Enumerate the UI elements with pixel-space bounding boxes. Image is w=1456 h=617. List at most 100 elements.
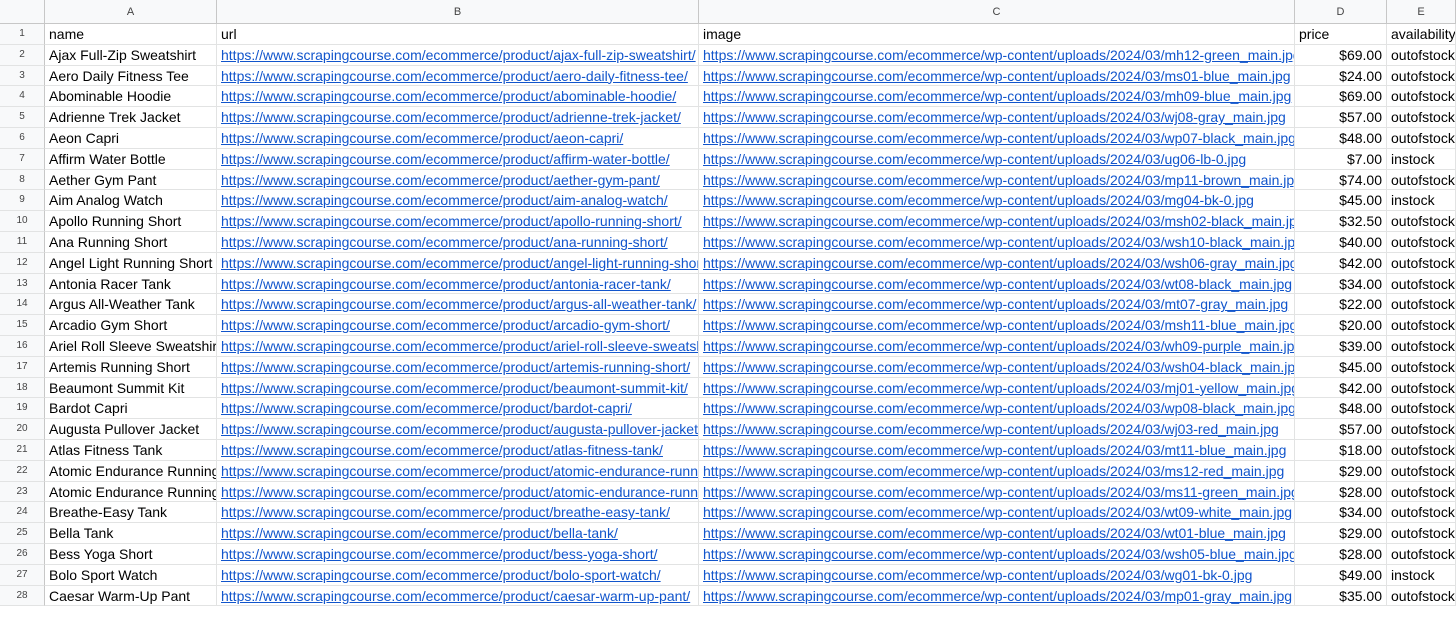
url-cell[interactable]: https://www.scrapingcourse.com/ecommerce… — [217, 481, 699, 503]
image-link[interactable]: https://www.scrapingcourse.com/ecommerce… — [703, 151, 1246, 167]
price-cell[interactable]: $69.00 — [1295, 44, 1387, 66]
image-cell[interactable]: https://www.scrapingcourse.com/ecommerce… — [699, 127, 1295, 149]
price-cell[interactable]: $28.00 — [1295, 481, 1387, 503]
url-link[interactable]: https://www.scrapingcourse.com/ecommerce… — [221, 151, 670, 167]
price-cell[interactable]: $18.00 — [1295, 439, 1387, 461]
name-cell[interactable]: Atlas Fitness Tank — [45, 439, 217, 461]
row-number[interactable]: 14 — [0, 294, 45, 316]
url-link[interactable]: https://www.scrapingcourse.com/ecommerce… — [221, 463, 698, 479]
price-cell[interactable]: $40.00 — [1295, 231, 1387, 253]
price-cell[interactable]: $49.00 — [1295, 564, 1387, 586]
name-cell[interactable]: Breathe-Easy Tank — [45, 502, 217, 524]
url-cell[interactable]: https://www.scrapingcourse.com/ecommerce… — [217, 107, 699, 128]
url-link[interactable]: https://www.scrapingcourse.com/ecommerce… — [221, 421, 698, 437]
image-link[interactable]: https://www.scrapingcourse.com/ecommerce… — [703, 172, 1294, 188]
availability-cell[interactable]: outofstock — [1387, 315, 1456, 336]
image-header-cell[interactable]: image — [699, 24, 1295, 45]
url-link[interactable]: https://www.scrapingcourse.com/ecommerce… — [221, 130, 623, 146]
name-cell[interactable]: Affirm Water Bottle — [45, 148, 217, 170]
name-cell[interactable]: Ajax Full-Zip Sweatshirt — [45, 44, 217, 66]
image-link[interactable]: https://www.scrapingcourse.com/ecommerce… — [703, 567, 1252, 583]
url-cell[interactable]: https://www.scrapingcourse.com/ecommerce… — [217, 439, 699, 461]
url-cell[interactable]: https://www.scrapingcourse.com/ecommerce… — [217, 419, 699, 440]
name-cell[interactable]: Bardot Capri — [45, 398, 217, 420]
availability-cell[interactable]: outofstock — [1387, 107, 1456, 128]
image-link[interactable]: https://www.scrapingcourse.com/ecommerce… — [703, 109, 1286, 125]
url-cell[interactable]: https://www.scrapingcourse.com/ecommerce… — [217, 190, 699, 212]
image-cell[interactable]: https://www.scrapingcourse.com/ecommerce… — [699, 564, 1295, 586]
price-cell[interactable]: $48.00 — [1295, 398, 1387, 420]
url-cell[interactable]: https://www.scrapingcourse.com/ecommerce… — [217, 44, 699, 66]
url-link[interactable]: https://www.scrapingcourse.com/ecommerce… — [221, 442, 663, 458]
url-cell[interactable]: https://www.scrapingcourse.com/ecommerce… — [217, 585, 699, 607]
url-cell[interactable]: https://www.scrapingcourse.com/ecommerce… — [217, 315, 699, 336]
url-link[interactable]: https://www.scrapingcourse.com/ecommerce… — [221, 359, 690, 375]
image-link[interactable]: https://www.scrapingcourse.com/ecommerce… — [703, 380, 1294, 396]
image-link[interactable]: https://www.scrapingcourse.com/ecommerce… — [703, 317, 1294, 333]
column-header-e[interactable]: E — [1387, 0, 1456, 24]
image-link[interactable]: https://www.scrapingcourse.com/ecommerce… — [703, 525, 1286, 541]
row-number[interactable]: 16 — [0, 335, 45, 357]
row-number[interactable]: 23 — [0, 481, 45, 503]
price-cell[interactable]: $48.00 — [1295, 127, 1387, 149]
availability-cell[interactable]: outofstock — [1387, 439, 1456, 461]
column-header-a[interactable]: A — [45, 0, 217, 24]
url-cell[interactable]: https://www.scrapingcourse.com/ecommerce… — [217, 543, 699, 565]
url-link[interactable]: https://www.scrapingcourse.com/ecommerce… — [221, 567, 661, 583]
image-link[interactable]: https://www.scrapingcourse.com/ecommerce… — [703, 359, 1294, 375]
url-cell[interactable]: https://www.scrapingcourse.com/ecommerce… — [217, 231, 699, 253]
column-header-c[interactable]: C — [699, 0, 1295, 24]
availability-cell[interactable]: outofstock — [1387, 86, 1456, 108]
image-link[interactable]: https://www.scrapingcourse.com/ecommerce… — [703, 296, 1288, 312]
url-link[interactable]: https://www.scrapingcourse.com/ecommerce… — [221, 213, 682, 229]
url-link[interactable]: https://www.scrapingcourse.com/ecommerce… — [221, 380, 688, 396]
availability-cell[interactable]: outofstock — [1387, 294, 1456, 316]
image-cell[interactable]: https://www.scrapingcourse.com/ecommerce… — [699, 585, 1295, 607]
row-number[interactable]: 1 — [0, 24, 45, 45]
availability-cell[interactable]: outofstock — [1387, 65, 1456, 87]
row-number[interactable]: 11 — [0, 231, 45, 253]
availability-cell[interactable]: outofstock — [1387, 481, 1456, 503]
name-header-cell[interactable]: name — [45, 24, 217, 45]
url-cell[interactable]: https://www.scrapingcourse.com/ecommerce… — [217, 523, 699, 544]
url-cell[interactable]: https://www.scrapingcourse.com/ecommerce… — [217, 127, 699, 149]
price-cell[interactable]: $32.50 — [1295, 211, 1387, 232]
column-header-b[interactable]: B — [217, 0, 699, 24]
price-header-cell[interactable]: price — [1295, 24, 1387, 45]
row-number[interactable]: 24 — [0, 502, 45, 524]
url-cell[interactable]: https://www.scrapingcourse.com/ecommerce… — [217, 169, 699, 191]
row-number[interactable]: 5 — [0, 107, 45, 128]
row-number[interactable]: 3 — [0, 65, 45, 87]
availability-cell[interactable]: outofstock — [1387, 502, 1456, 524]
image-cell[interactable]: https://www.scrapingcourse.com/ecommerce… — [699, 439, 1295, 461]
row-number[interactable]: 25 — [0, 523, 45, 544]
url-link[interactable]: https://www.scrapingcourse.com/ecommerce… — [221, 88, 676, 104]
row-number[interactable]: 17 — [0, 356, 45, 378]
availability-cell[interactable]: outofstock — [1387, 398, 1456, 420]
url-cell[interactable]: https://www.scrapingcourse.com/ecommerce… — [217, 252, 699, 274]
url-cell[interactable]: https://www.scrapingcourse.com/ecommerce… — [217, 86, 699, 108]
image-cell[interactable]: https://www.scrapingcourse.com/ecommerce… — [699, 252, 1295, 274]
row-number[interactable]: 18 — [0, 377, 45, 399]
availability-cell[interactable]: instock — [1387, 148, 1456, 170]
url-header-cell[interactable]: url — [217, 24, 699, 45]
row-number[interactable]: 15 — [0, 315, 45, 336]
price-cell[interactable]: $45.00 — [1295, 356, 1387, 378]
availability-cell[interactable]: outofstock — [1387, 273, 1456, 295]
image-cell[interactable]: https://www.scrapingcourse.com/ecommerce… — [699, 190, 1295, 212]
price-cell[interactable]: $28.00 — [1295, 543, 1387, 565]
availability-cell[interactable]: outofstock — [1387, 335, 1456, 357]
availability-cell[interactable]: outofstock — [1387, 211, 1456, 232]
image-link[interactable]: https://www.scrapingcourse.com/ecommerce… — [703, 88, 1291, 104]
image-link[interactable]: https://www.scrapingcourse.com/ecommerce… — [703, 255, 1294, 271]
row-number[interactable]: 26 — [0, 543, 45, 565]
url-cell[interactable]: https://www.scrapingcourse.com/ecommerce… — [217, 356, 699, 378]
name-cell[interactable]: Ana Running Short — [45, 231, 217, 253]
name-cell[interactable]: Augusta Pullover Jacket — [45, 419, 217, 440]
image-cell[interactable]: https://www.scrapingcourse.com/ecommerce… — [699, 86, 1295, 108]
image-link[interactable]: https://www.scrapingcourse.com/ecommerce… — [703, 213, 1294, 229]
url-link[interactable]: https://www.scrapingcourse.com/ecommerce… — [221, 504, 670, 520]
image-cell[interactable]: https://www.scrapingcourse.com/ecommerce… — [699, 419, 1295, 440]
availability-cell[interactable]: outofstock — [1387, 252, 1456, 274]
name-cell[interactable]: Bolo Sport Watch — [45, 564, 217, 586]
